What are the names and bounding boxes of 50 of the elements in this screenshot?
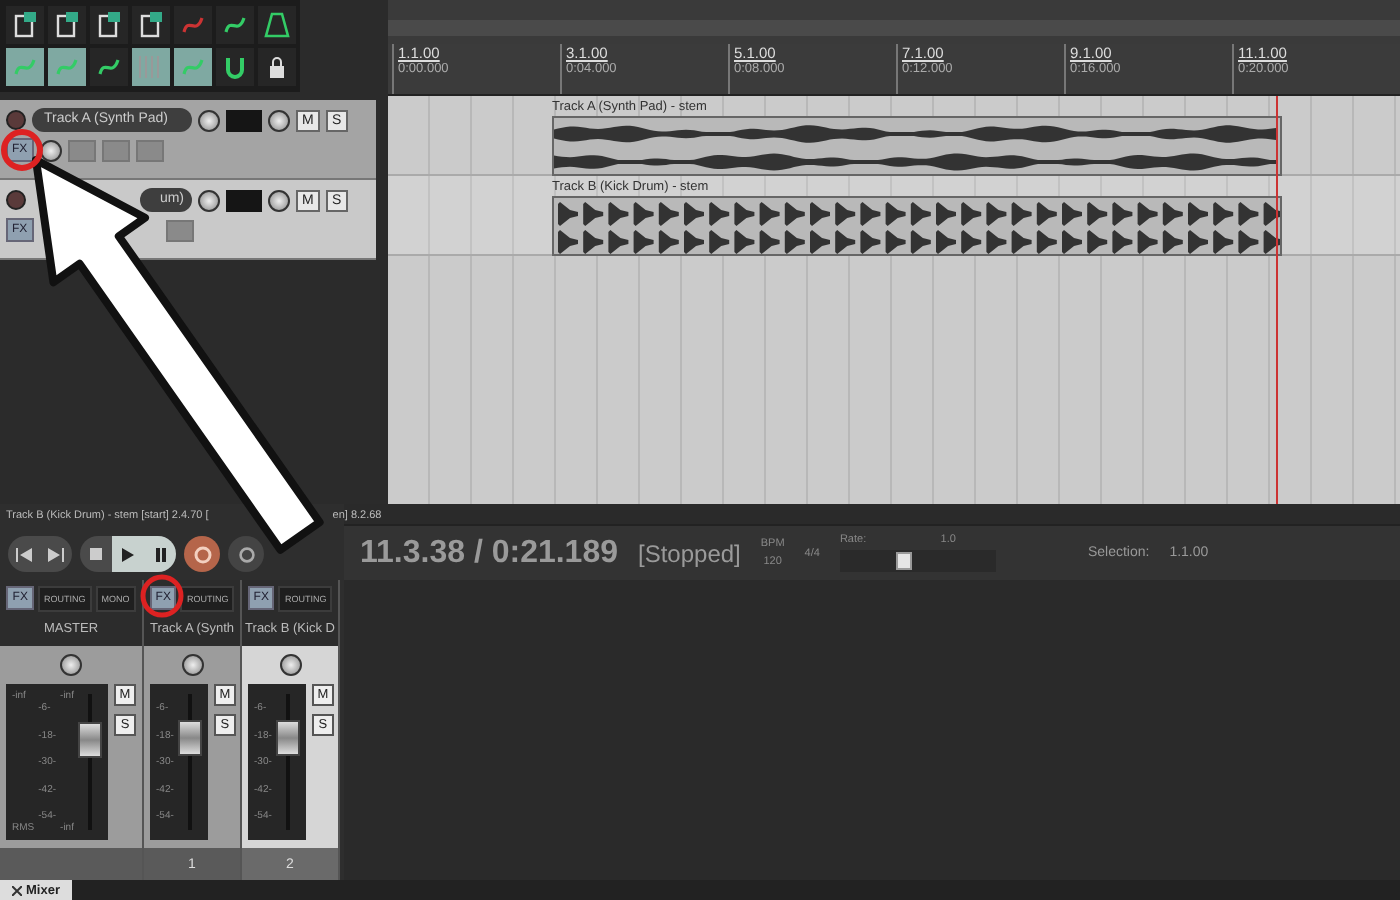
skip-back-icon xyxy=(16,547,32,561)
toolbar-button[interactable] xyxy=(48,6,86,44)
position-display: 11.3.38 / 0:21.189 xyxy=(360,535,618,571)
toolbar-button[interactable] xyxy=(216,48,254,86)
toolbar-button[interactable] xyxy=(216,6,254,44)
slider-thumb[interactable] xyxy=(896,552,913,570)
toolbar-button[interactable] xyxy=(6,6,44,44)
toolbar-button[interactable] xyxy=(90,48,128,86)
skip-forward-icon xyxy=(48,547,64,561)
fader-handle[interactable] xyxy=(78,722,102,759)
close-icon xyxy=(12,885,22,895)
circle-annotation xyxy=(140,574,184,618)
curve-icon xyxy=(222,12,248,38)
record-arm-button[interactable] xyxy=(6,190,26,210)
toolbar-button[interactable] xyxy=(258,6,296,44)
record-button[interactable] xyxy=(184,536,220,572)
record-arm-button[interactable] xyxy=(6,110,26,130)
play-state: [Stopped] xyxy=(638,539,741,567)
pan-knob[interactable] xyxy=(279,654,301,676)
record-icon xyxy=(193,545,211,563)
grid-icon xyxy=(138,54,164,80)
pause-button[interactable] xyxy=(144,536,176,572)
scrollbar[interactable] xyxy=(388,20,1400,36)
document-icon xyxy=(138,12,164,38)
wave-icon xyxy=(180,54,206,80)
toolbar-button[interactable] xyxy=(258,48,296,86)
metronome-icon xyxy=(264,12,290,38)
pan-knob[interactable] xyxy=(268,109,290,131)
document-icon xyxy=(12,12,38,38)
stop-icon xyxy=(90,548,102,560)
toolbar-button[interactable] xyxy=(90,6,128,44)
pan-knob[interactable] xyxy=(268,189,290,211)
repeat-button[interactable] xyxy=(228,536,264,572)
pause-icon xyxy=(155,547,165,561)
pan-knob[interactable] xyxy=(60,654,82,676)
level-meter xyxy=(226,189,262,211)
pan-knob[interactable] xyxy=(181,654,203,676)
fader-handle[interactable] xyxy=(275,720,300,757)
play-icon xyxy=(122,547,134,561)
level-meter xyxy=(226,109,262,131)
volume-knob[interactable] xyxy=(198,109,220,131)
toolbar-button[interactable] xyxy=(132,6,170,44)
play-button[interactable] xyxy=(112,536,144,572)
circle-annotation xyxy=(1,129,43,171)
fader-handle[interactable] xyxy=(177,720,202,757)
magnet-icon xyxy=(222,54,248,80)
lock-icon xyxy=(264,54,290,80)
rate-slider[interactable] xyxy=(839,550,996,572)
volume-knob[interactable] xyxy=(198,189,220,211)
loop-icon xyxy=(237,545,255,563)
